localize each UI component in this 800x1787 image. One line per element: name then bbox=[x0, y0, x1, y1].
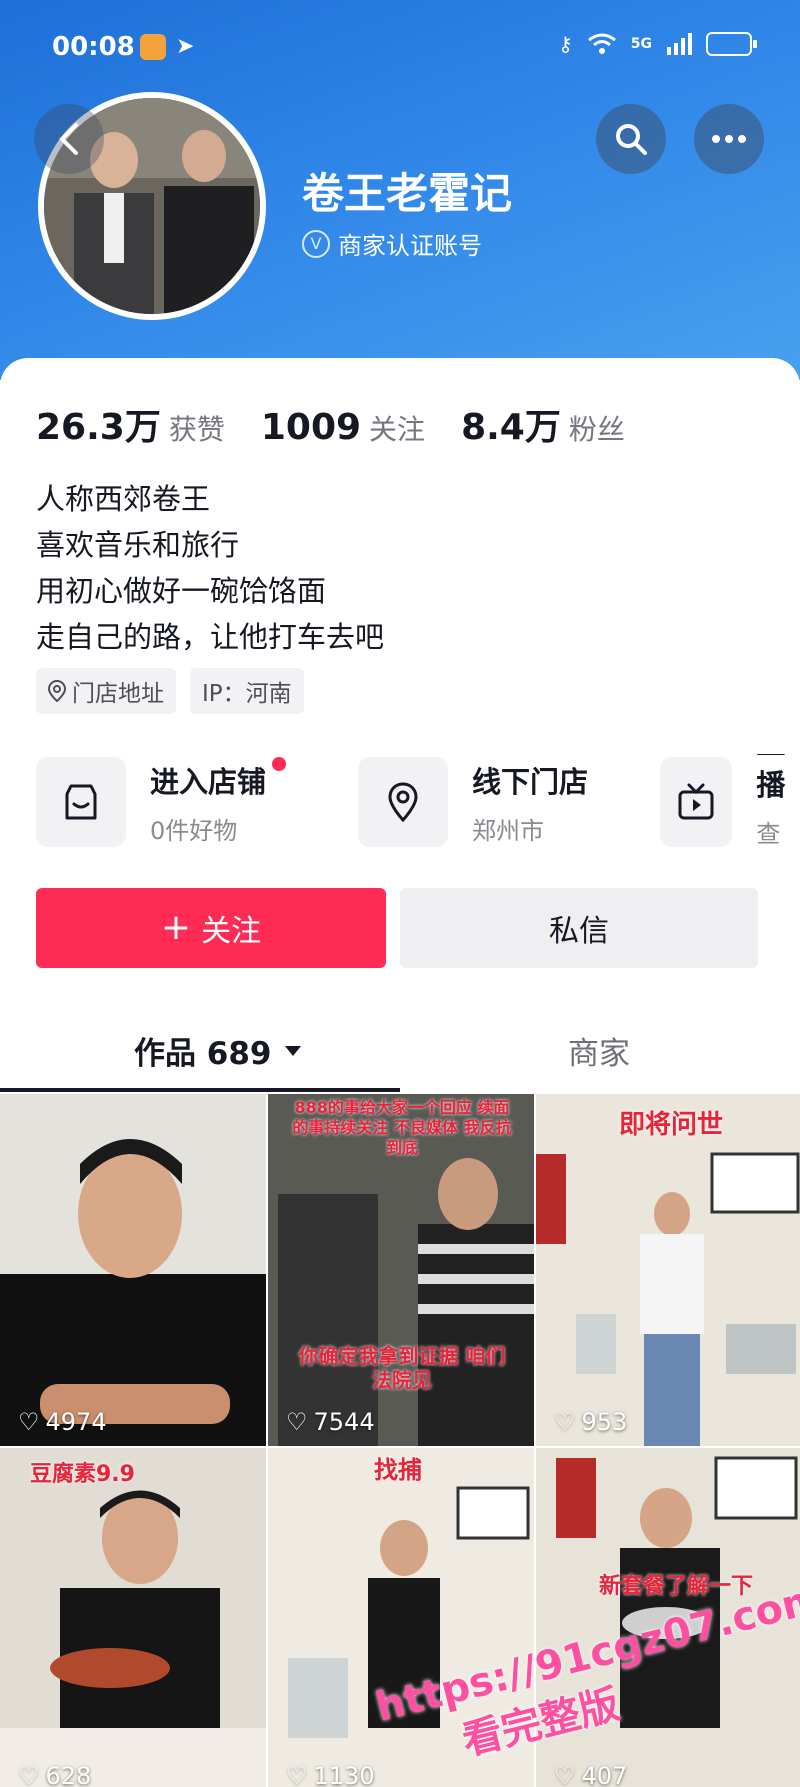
caret-down-icon bbox=[284, 1045, 301, 1056]
new-indicator-dot bbox=[272, 756, 287, 771]
shortcut-enter-store[interactable]: 进入店铺 0件好物 bbox=[36, 754, 287, 850]
heart-icon: ♡ bbox=[18, 1762, 40, 1787]
message-button[interactable]: 私信 bbox=[400, 888, 758, 968]
like-count: ♡ 953 bbox=[554, 1408, 627, 1436]
heart-icon: ♡ bbox=[554, 1762, 576, 1787]
video-overlay-text: 找捕 bbox=[374, 1456, 422, 1484]
bio-line: 用初心做好一碗饸饹面 bbox=[36, 574, 327, 608]
status-time: 00:08 bbox=[52, 32, 135, 62]
stat-label: 粉丝 bbox=[568, 413, 625, 446]
like-count-value: 7544 bbox=[313, 1408, 375, 1436]
search-icon bbox=[616, 124, 647, 155]
verification-text: 商家认证账号 bbox=[338, 232, 482, 260]
stat-value: 1009 bbox=[260, 407, 362, 448]
profile-tags: 门店地址 IP：河南 bbox=[36, 668, 304, 714]
video-caption-text: 你确定我拿到证据 咱们法院见 bbox=[298, 1344, 506, 1392]
profile-card: 26.3万 获赞 1009 关注 8.4万 粉丝 人称西郊卷王 喜欢音乐和旅行 用初心… bbox=[0, 358, 800, 1098]
heart-icon: ♡ bbox=[286, 1762, 308, 1787]
store-address-tag[interactable]: 门店地址 bbox=[36, 668, 176, 714]
bio-line: 走自己的路，让他打车去吧 bbox=[36, 620, 385, 654]
profile-bio: 人称西郊卷王 喜欢音乐和旅行 用初心做好一碗饸饹面 走自己的路，让他打车去吧 bbox=[36, 476, 384, 660]
network-label: 5G bbox=[630, 36, 652, 52]
verification-badge: V 商家认证账号 bbox=[302, 226, 482, 261]
like-count-value: 4974 bbox=[45, 1408, 107, 1436]
back-button[interactable] bbox=[34, 104, 104, 174]
tv-icon bbox=[660, 757, 733, 847]
notification-app-icon bbox=[140, 34, 166, 60]
video-thumbnail[interactable]: 豆腐素9.9 ♡ 628 bbox=[0, 1448, 266, 1787]
tab-label: 商家 bbox=[568, 1036, 630, 1072]
video-thumbnail-image bbox=[536, 1094, 800, 1446]
battery-icon bbox=[706, 32, 757, 56]
like-count-value: 407 bbox=[581, 1762, 628, 1787]
bio-line: 人称西郊卷王 bbox=[36, 482, 211, 516]
wifi-icon bbox=[587, 33, 616, 54]
ip-location-tag: IP：河南 bbox=[190, 668, 304, 714]
stat-label: 获赞 bbox=[168, 413, 225, 446]
like-count: ♡ 1130 bbox=[286, 1762, 375, 1787]
follow-button[interactable]: + 关注 bbox=[36, 888, 386, 968]
shortcut-title: 线下门店 bbox=[472, 764, 589, 799]
stat-likes[interactable]: 26.3万 获赞 bbox=[36, 398, 225, 450]
status-bar: 00:08 ➤ ⚷ 5G bbox=[0, 28, 800, 68]
like-count: ♡ 407 bbox=[554, 1762, 627, 1787]
tag-label: 门店地址 bbox=[72, 681, 164, 707]
more-button[interactable] bbox=[694, 104, 764, 174]
key-icon: ⚷ bbox=[558, 32, 573, 56]
plus-icon: + bbox=[160, 907, 192, 948]
shortcut-title: 直播 bbox=[756, 754, 786, 802]
stat-followers[interactable]: 8.4万 粉丝 bbox=[461, 398, 625, 450]
tab-label: 作品 689 bbox=[134, 1036, 272, 1072]
signal-icon bbox=[667, 33, 692, 55]
like-count: ♡ 7544 bbox=[286, 1408, 375, 1436]
heart-icon: ♡ bbox=[554, 1408, 576, 1436]
video-thumbnail[interactable]: 即将问世 ♡ 953 bbox=[536, 1094, 800, 1446]
location-pin-icon bbox=[48, 680, 66, 702]
shortcut-live[interactable]: 直播 查看 bbox=[660, 754, 800, 850]
search-button[interactable] bbox=[596, 104, 666, 174]
video-overlay-text: 888的事给大家一个回应 续面的事持续关注 不良媒体 我反抗到底 bbox=[292, 1098, 512, 1157]
profile-stats: 26.3万 获赞 1009 关注 8.4万 粉丝 bbox=[36, 398, 625, 450]
like-count: ♡ 628 bbox=[18, 1762, 91, 1787]
heart-icon: ♡ bbox=[286, 1408, 308, 1436]
shortcut-subtitle: 郑州市 bbox=[472, 816, 544, 845]
heart-icon: ♡ bbox=[18, 1408, 40, 1436]
bio-line: 喜欢音乐和旅行 bbox=[36, 528, 240, 562]
follow-label: 关注 bbox=[201, 914, 262, 949]
content-tabs: 作品 689 商家 bbox=[0, 1020, 800, 1092]
verified-icon: V bbox=[302, 229, 330, 258]
store-icon bbox=[36, 757, 126, 847]
video-overlay-text: 即将问世 bbox=[618, 1110, 723, 1140]
video-thumbnail[interactable]: ♡ 4974 bbox=[0, 1094, 266, 1446]
tab-works[interactable]: 作品 689 bbox=[134, 1028, 302, 1073]
video-overlay-text: 豆腐素9.9 bbox=[30, 1462, 135, 1487]
like-count-value: 1130 bbox=[313, 1762, 375, 1787]
video-thumbnail[interactable]: 888的事给大家一个回应 续面的事持续关注 不良媒体 我反抗到底 你确定我拿到证… bbox=[268, 1094, 534, 1446]
profile-name: 卷王老霍记 bbox=[302, 169, 513, 218]
video-thumbnail-image bbox=[0, 1448, 266, 1787]
location-pin-icon bbox=[358, 757, 448, 847]
like-count-value: 628 bbox=[45, 1762, 92, 1787]
shortcut-offline-store[interactable]: 线下门店 郑州市 bbox=[358, 754, 588, 850]
stat-value: 26.3万 bbox=[36, 407, 161, 448]
shortcut-row: 进入店铺 0件好物 线下门店 郑州市 播 查 bbox=[36, 754, 800, 850]
like-count-value: 953 bbox=[581, 1408, 628, 1436]
stat-label: 关注 bbox=[369, 413, 426, 446]
chevron-left-icon bbox=[59, 123, 78, 155]
tab-merchant[interactable]: 商家 bbox=[568, 1028, 630, 1073]
video-thumbnail-image bbox=[0, 1094, 266, 1446]
message-label: 私信 bbox=[549, 914, 609, 949]
stat-following[interactable]: 1009 关注 bbox=[261, 407, 425, 448]
shortcut-subtitle: 查看 bbox=[756, 820, 781, 848]
telegram-icon: ➤ bbox=[176, 34, 195, 59]
more-dots-icon bbox=[712, 135, 746, 143]
tag-label: IP：河南 bbox=[202, 681, 292, 707]
shortcut-title: 进入店铺 bbox=[150, 764, 267, 799]
like-count: ♡ 4974 bbox=[18, 1408, 107, 1436]
shortcut-subtitle: 0件好物 bbox=[150, 816, 238, 845]
active-tab-indicator bbox=[0, 1088, 400, 1092]
stat-value: 8.4万 bbox=[461, 407, 561, 448]
